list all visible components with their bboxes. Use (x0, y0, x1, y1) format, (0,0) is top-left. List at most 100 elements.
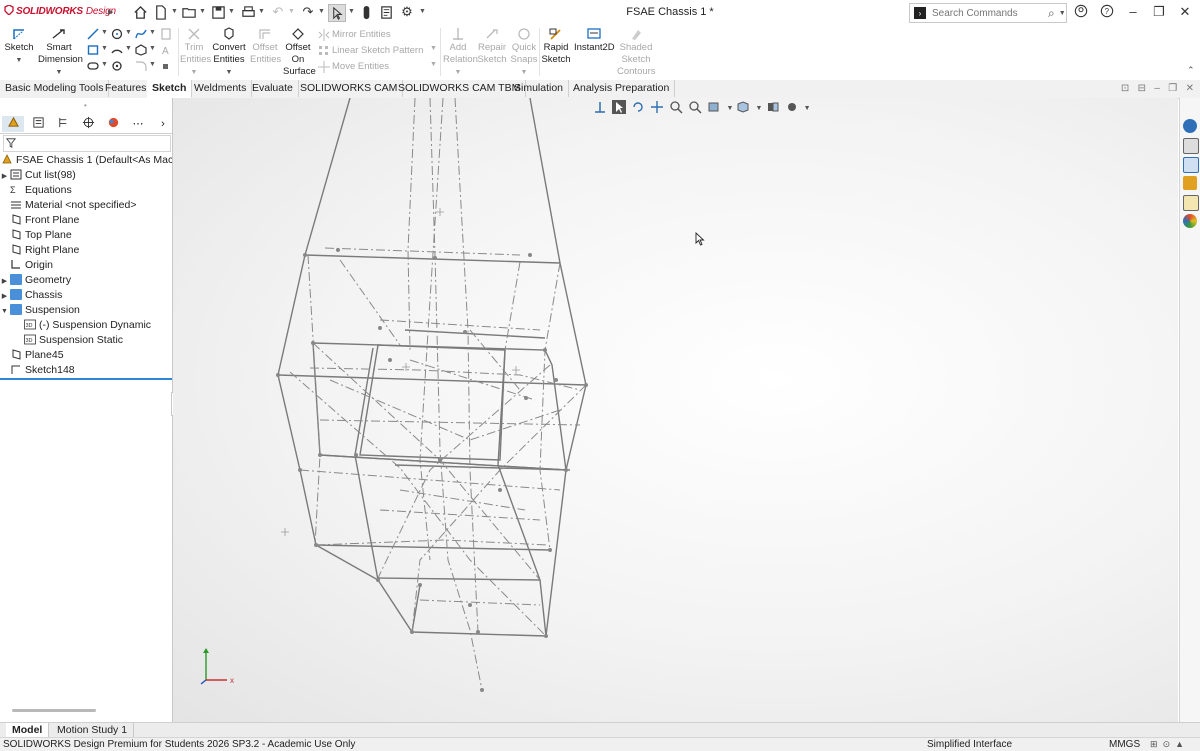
hide-show-icon[interactable] (766, 100, 780, 114)
fillet-dropdown-icon[interactable]: ▼ (149, 61, 156, 68)
menu-arrow-icon[interactable]: ▶ (108, 8, 113, 16)
tab-dock-icon[interactable]: ⊡ (1121, 83, 1129, 94)
display-style-icon[interactable] (736, 100, 750, 114)
display-manager-tab-icon[interactable] (102, 116, 124, 132)
tab-analysis-preparation[interactable]: Analysis Preparation (568, 80, 676, 97)
polygon-icon[interactable] (135, 44, 147, 56)
search-dropdown-icon[interactable]: ▼ (1059, 10, 1066, 17)
tab-tile-icon[interactable]: ⊟ (1138, 83, 1146, 94)
shaded-sketch-contours-button[interactable]: Shaded Sketch Contours (617, 27, 656, 78)
sketch-button[interactable]: Sketch ▼ (4, 27, 34, 67)
repair-sketch-button[interactable]: Repair Sketch (477, 27, 507, 66)
slot-icon[interactable] (87, 60, 99, 72)
unit-system[interactable]: MMGS (1109, 738, 1140, 751)
tree-item-suspension[interactable]: ▼ Suspension (0, 303, 172, 318)
fillet-icon[interactable] (135, 60, 147, 72)
instant2d-button[interactable]: Instant2D (574, 27, 615, 54)
redo-icon[interactable]: ↷ (300, 4, 316, 20)
select-arrow-icon[interactable] (328, 4, 346, 22)
tab-features[interactable]: Features (100, 80, 153, 97)
view-palette-icon[interactable] (1183, 176, 1197, 190)
save-icon[interactable] (210, 4, 226, 20)
display-dropdown-icon[interactable]: ▼ (756, 105, 763, 112)
tab-simulation[interactable]: Simulation (509, 80, 570, 97)
tree-item-material[interactable]: Material <not specified> (0, 198, 172, 213)
view-orientation-icon[interactable] (593, 100, 607, 114)
convert-dropdown-icon[interactable]: ▼ (226, 69, 233, 76)
surface-sketch-icon[interactable] (160, 28, 172, 40)
tree-item-cut-list[interactable]: ▶ Cut list(98) (0, 168, 172, 183)
tree-item-origin[interactable]: Origin (0, 258, 172, 273)
minimize-icon[interactable]: – (1125, 4, 1141, 20)
move-dropdown-icon[interactable]: ▼ (430, 61, 437, 68)
status-options-icon[interactable]: ▲ (1175, 739, 1184, 749)
quick-snaps-button[interactable]: Quick Snaps ▼ (510, 27, 538, 79)
rapid-sketch-button[interactable]: Rapid Sketch (541, 27, 571, 66)
select-dropdown-icon[interactable]: ▼ (348, 8, 355, 15)
options-gear-icon[interactable]: ⚙ (399, 4, 415, 20)
tree-filter[interactable] (3, 135, 171, 152)
tree-item-right-plane[interactable]: Right Plane (0, 243, 172, 258)
expand-arrow-icon[interactable]: ▶ (0, 289, 9, 303)
spline-icon[interactable] (135, 28, 147, 40)
panel-grip-icon[interactable]: • (84, 101, 87, 110)
solidworks-resources-icon[interactable] (1183, 119, 1197, 133)
expand-arrow-icon[interactable]: ▶ (0, 169, 9, 183)
new-document-icon[interactable] (152, 4, 168, 20)
pattern-dropdown-icon[interactable]: ▼ (430, 45, 437, 52)
restore-icon[interactable]: ❐ (1151, 4, 1167, 20)
sketch-dropdown-icon[interactable]: ▼ (16, 57, 23, 64)
new-dropdown-icon[interactable]: ▼ (171, 8, 178, 15)
tree-item-plane45[interactable]: Plane45 (0, 348, 172, 363)
more-tabs-icon[interactable]: ⋯ (127, 116, 149, 132)
print-dropdown-icon[interactable]: ▼ (258, 8, 265, 15)
customize-status-icon[interactable]: ⊙ (1163, 739, 1171, 749)
spline-dropdown-icon[interactable]: ▼ (149, 29, 156, 36)
undo-icon[interactable]: ↶ (270, 4, 286, 20)
open-folder-icon[interactable] (181, 4, 197, 20)
slot-dropdown-icon[interactable]: ▼ (101, 61, 108, 68)
expand-tabs-icon[interactable]: › (152, 116, 174, 132)
simplified-interface-toggle[interactable]: Simplified Interface (927, 738, 1012, 751)
tab-restore-icon[interactable]: ❐ (1168, 83, 1177, 94)
tab-model[interactable]: Model (6, 723, 50, 737)
zoom-area-icon[interactable] (669, 100, 683, 114)
tree-item-equations[interactable]: Σ Equations (0, 183, 172, 198)
move-entities-button[interactable]: Move Entities (332, 61, 389, 72)
tab-sketch[interactable]: Sketch (147, 80, 193, 98)
collapse-ribbon-icon[interactable]: ⌃ (1187, 65, 1195, 76)
dimxpert-tab-icon[interactable] (77, 116, 99, 132)
offset-on-surface-button[interactable]: Offset On Surface (283, 27, 316, 78)
user-account-icon[interactable] (1073, 4, 1089, 20)
print-icon[interactable] (240, 4, 256, 20)
appearances-scenes-icon[interactable] (1183, 195, 1199, 211)
property-manager-tab-icon[interactable] (27, 116, 49, 132)
trim-dropdown-icon[interactable]: ▼ (191, 69, 198, 76)
tree-root[interactable]: FSAE Chassis 1 (Default<As Machi (0, 153, 172, 168)
rectangle-icon[interactable] (87, 44, 99, 56)
app-logo[interactable]: SOLIDWORKS Design (4, 5, 116, 17)
rollback-bar[interactable] (0, 378, 172, 380)
plane-sketch-icon[interactable] (160, 60, 172, 72)
rebuild-status-icon[interactable]: ⊞ (1150, 739, 1158, 749)
quick-snaps-dropdown-icon[interactable]: ▼ (521, 69, 528, 76)
point-icon[interactable] (111, 60, 123, 72)
tab-motion-study-1[interactable]: Motion Study 1 (51, 723, 135, 737)
graphics-area[interactable]: ▼ ▼ ▼ x (173, 98, 1178, 722)
text-sketch-icon[interactable]: A (160, 44, 172, 56)
tree-item-geometry[interactable]: ▶ Geometry (0, 273, 172, 288)
configuration-manager-tab-icon[interactable] (52, 116, 74, 132)
tab-basic-modeling-tools[interactable]: Basic Modeling Tools (0, 80, 110, 97)
line-dropdown-icon[interactable]: ▼ (101, 29, 108, 36)
section-dropdown-icon[interactable]: ▼ (726, 105, 733, 112)
tree-item-suspension-dynamic[interactable]: 3D (-) Suspension Dynamic (0, 318, 172, 333)
help-icon[interactable]: ? (1099, 4, 1115, 20)
home-icon[interactable] (132, 4, 148, 20)
smart-dimension-dropdown-icon[interactable]: ▼ (56, 69, 63, 76)
select-view-icon[interactable] (612, 100, 627, 114)
convert-entities-button[interactable]: Convert Entities ▼ (211, 27, 247, 79)
linear-sketch-pattern-button[interactable]: Linear Sketch Pattern (332, 45, 423, 56)
appearance-dropdown-icon[interactable]: ▼ (804, 105, 811, 112)
section-view-icon[interactable] (707, 100, 721, 114)
appearance-icon[interactable] (785, 100, 799, 114)
